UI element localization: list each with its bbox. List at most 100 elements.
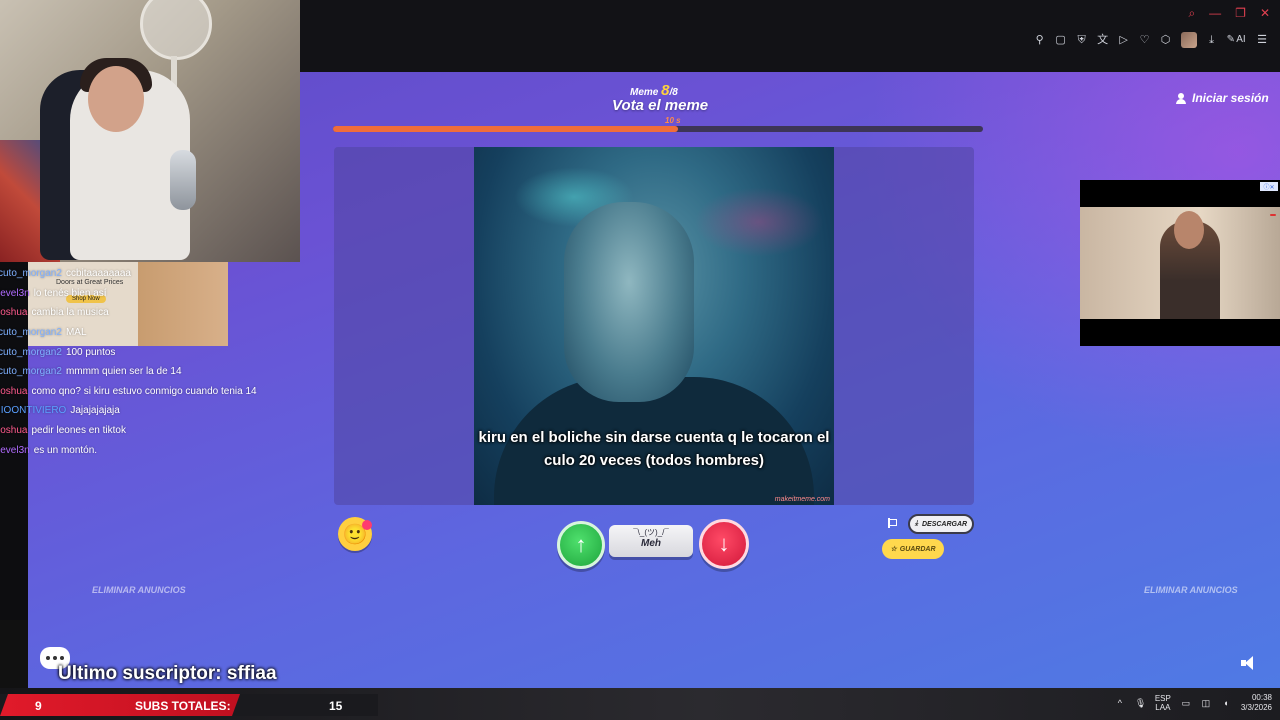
remove-ads-link-right[interactable]: ELIMINAR ANUNCIOS	[1144, 585, 1238, 595]
clock-date: 3/3/2026	[1240, 703, 1272, 712]
chat-text: como qno? si kiru estuvo conmigo cuando …	[31, 385, 257, 397]
avatar[interactable]	[1180, 32, 1197, 48]
menu-icon[interactable]: ☰	[1256, 34, 1268, 46]
play-icon[interactable]: ▷	[1118, 34, 1130, 46]
screen: ⌕ — ❐ ✕ ⚲ ▢ ⛨ 文 ▷ ♡ ⬡ ⤓ ✎AI ☰ Meme 8/8 V…	[0, 0, 1280, 720]
window-controls: ⌕ — ❐ ✕	[1188, 6, 1270, 21]
chat-username[interactable]: IIOONTIVIERO	[0, 405, 66, 416]
meme-image: kiru en el boliche sin darse cuenta q le…	[474, 147, 834, 505]
download-label: DESCARGAR	[921, 520, 968, 528]
chat-message: joshua cambia la musica	[0, 303, 330, 323]
ad-person-head	[1174, 211, 1204, 249]
login-button[interactable]: Iniciar sesión	[1176, 91, 1269, 105]
close-icon[interactable]: ✕	[1260, 6, 1270, 21]
chat-message: IIOONTIVIERO Jajajajajaja	[0, 401, 330, 421]
chevron-up-icon[interactable]: ^	[1115, 698, 1125, 708]
language-indicator[interactable]: ESP LAA	[1155, 694, 1171, 712]
meh-button[interactable]: ¯\_(ツ)_/¯ Meh	[609, 525, 693, 557]
chat-text: ccbitaaaaaaaa	[65, 268, 131, 280]
monitor-icon[interactable]: ▭	[1181, 698, 1191, 708]
chat-message: level3n es un montón.	[0, 440, 330, 460]
star-icon: ☆	[890, 546, 897, 553]
arrow-down-icon: ↓	[718, 531, 730, 556]
chat-text: 100 puntos	[65, 346, 116, 358]
speaker-icon[interactable]: ◖	[1221, 698, 1231, 708]
shrug-text: ¯\_(ツ)_/¯	[633, 528, 669, 537]
meme-watermark: makeitmeme.com	[774, 496, 830, 503]
subs-count: 9	[35, 699, 42, 713]
report-flag-icon[interactable]	[887, 518, 897, 528]
system-tray: ^ 🎙 ESP LAA ▭ ◫ ◖ 00:38 3/3/2026	[1115, 693, 1272, 713]
chat-username[interactable]: cuto_morgan2	[0, 366, 62, 377]
save-label: GUARDAR	[899, 545, 936, 553]
chat-message: cuto_morgan2 ccbitaaaaaaaa	[0, 264, 330, 284]
meh-label: Meh	[641, 538, 661, 549]
microphone-icon[interactable]: 🎙	[1135, 698, 1146, 708]
browser-toolbar: ⚲ ▢ ⛨ 文 ▷ ♡ ⬡ ⤓ ✎AI ☰	[1034, 32, 1268, 48]
chat-text: es un montón.	[33, 444, 98, 456]
downvote-button[interactable]: ↓	[699, 519, 749, 569]
page-title: Vota el meme	[612, 97, 709, 114]
heart-icon[interactable]: ♡	[1139, 34, 1151, 46]
crop-icon[interactable]: ▢	[1055, 34, 1067, 46]
pin-icon[interactable]: ⚲	[1034, 34, 1046, 46]
lang-line2: LAA	[1155, 703, 1171, 712]
chat-message: cuto_morgan2 MAL	[0, 323, 330, 343]
chat-text: cambia la musica	[31, 307, 109, 319]
chat-overlay: cuto_morgan2 ccbitaaaaaaaa level3n lo tenés…	[0, 264, 330, 460]
webcam-head	[88, 66, 144, 132]
webcam-feed	[0, 0, 300, 262]
chat-message: joshua como qno? si kiru estuvo conmigo c…	[0, 382, 330, 402]
ad-info-icon[interactable]: ⓘ✕	[1260, 182, 1278, 191]
user-icon	[1176, 92, 1186, 104]
save-button[interactable]: ☆ GUARDAR	[882, 539, 944, 559]
remove-ads-link-left[interactable]: ELIMINAR ANUNCIOS	[92, 585, 186, 595]
timer: 10 s	[665, 116, 681, 125]
lang-line1: ESP	[1154, 694, 1171, 703]
chat-username[interactable]: cuto_morgan2	[0, 327, 62, 338]
chat-username[interactable]: cuto_morgan2	[0, 347, 62, 358]
meme-bokeh	[694, 187, 824, 257]
chat-message: level3n lo tenés bien así	[0, 284, 330, 304]
chat-message: joshua pedir leones en tiktok	[0, 421, 330, 441]
chat-message: cuto_morgan2 100 puntos	[0, 342, 330, 362]
chat-username[interactable]: joshua	[0, 307, 27, 318]
clock-time: 00:38	[1251, 693, 1272, 702]
chat-username[interactable]: level3n	[0, 288, 30, 299]
volume-icon[interactable]	[1241, 656, 1259, 670]
chat-text: lo tenés bien así	[33, 287, 107, 299]
chat-username[interactable]: joshua	[0, 425, 27, 436]
progress-fill	[333, 126, 678, 132]
subs-total: 15	[329, 699, 343, 713]
arrow-up-icon: ↑	[575, 532, 587, 557]
webcam-fan	[140, 0, 212, 60]
clock[interactable]: 00:38 3/3/2026	[1241, 693, 1272, 713]
search-icon[interactable]: ⌕	[1188, 6, 1195, 21]
upvote-button[interactable]: ↑	[557, 521, 605, 569]
extension-icon[interactable]: ⬡	[1160, 34, 1172, 46]
meme-frame: kiru en el boliche sin darse cuenta q le…	[334, 147, 974, 505]
minimize-icon[interactable]: —	[1209, 6, 1221, 21]
network-icon[interactable]: ◫	[1201, 698, 1211, 708]
last-subscriber: Ultimo suscriptor: sffiaa	[58, 663, 277, 684]
video-ad[interactable]: ⓘ✕	[1080, 180, 1280, 346]
chat-username[interactable]: cuto_morgan2	[0, 268, 62, 279]
chat-text: Jajajajajaja	[70, 405, 120, 417]
download-icon: ⤓	[914, 520, 918, 527]
webcam-microphone	[170, 150, 196, 210]
meme-caption: kiru en el boliche sin darse cuenta q le…	[478, 429, 830, 469]
chat-username[interactable]: joshua	[0, 386, 27, 397]
chat-text: MAL	[65, 327, 87, 339]
progress-bar	[333, 126, 983, 132]
download-button[interactable]: ⤓ DESCARGAR	[908, 514, 974, 534]
shield-icon[interactable]: ⛨	[1076, 34, 1088, 46]
ai-label: AI	[1236, 34, 1246, 45]
ai-button[interactable]: ✎AI	[1227, 34, 1247, 46]
download-icon[interactable]: ⤓	[1206, 34, 1218, 46]
chat-username[interactable]: level3n	[0, 445, 30, 456]
login-label: Iniciar sesión	[1192, 91, 1269, 105]
translate-icon[interactable]: 文	[1097, 34, 1109, 46]
chat-text: pedir leones en tiktok	[31, 425, 126, 437]
restore-icon[interactable]: ❐	[1235, 6, 1246, 21]
ad-video-frame	[1080, 207, 1280, 319]
